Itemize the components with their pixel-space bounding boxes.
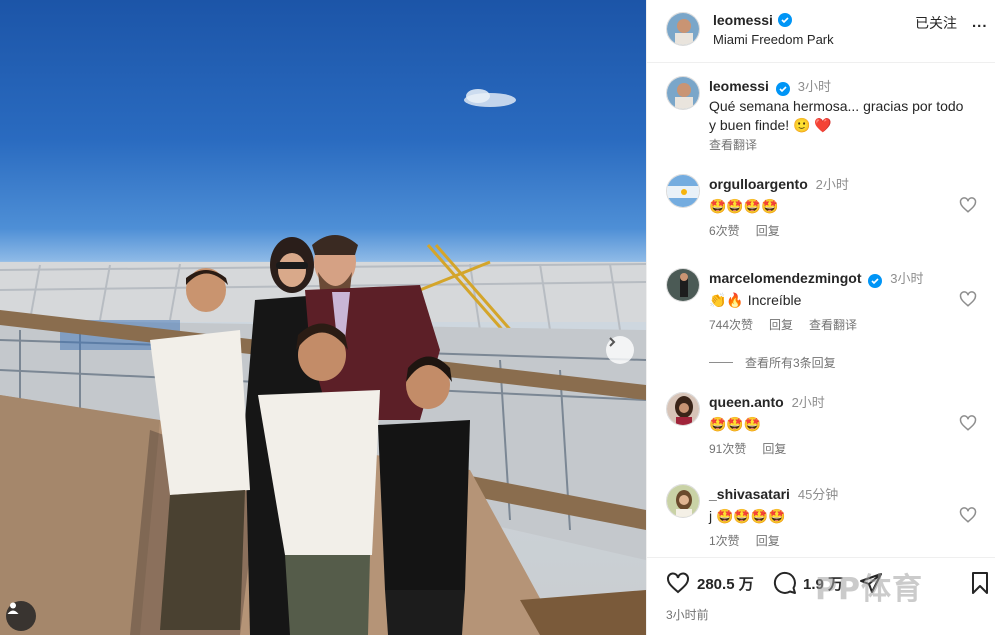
comment-likes[interactable]: 744次赞 [709, 316, 753, 333]
verified-icon [777, 13, 792, 27]
comment-time: 45分钟 [797, 487, 839, 502]
avatar[interactable] [666, 484, 700, 518]
heart-icon[interactable] [959, 196, 977, 214]
avatar-image [667, 13, 699, 45]
comment-username[interactable]: _shivasatari [709, 486, 790, 502]
avatar[interactable] [666, 268, 700, 302]
heart-icon[interactable] [959, 414, 977, 432]
comment-username[interactable]: queen.anto [709, 394, 784, 410]
post-location[interactable]: Miami Freedom Park [713, 32, 834, 47]
comment-text: j 🤩🤩🤩🤩 [709, 508, 786, 524]
following-button[interactable]: 已关注 [915, 13, 957, 33]
photo-illustration [0, 89, 646, 635]
comment-likes[interactable]: 91次赞 [709, 440, 746, 457]
comment-text: 🤩🤩🤩 [709, 416, 762, 432]
avatar-image [667, 175, 699, 207]
watermark-logo: PP体育 [815, 572, 923, 607]
avatar[interactable] [666, 392, 700, 426]
reply-button[interactable]: 回复 [756, 532, 780, 549]
avatar[interactable] [666, 76, 700, 110]
avatar-image [667, 393, 699, 425]
user-icon [7, 602, 19, 614]
more-options-button[interactable]: ... [972, 14, 988, 31]
heart-icon[interactable] [665, 571, 691, 595]
comment-time: 2小时 [815, 177, 849, 192]
comment-text: 👏🔥 Increíble [709, 292, 802, 308]
comment-username[interactable]: orgulloargento [709, 176, 808, 192]
comment-text: 🤩🤩🤩🤩 [709, 198, 779, 214]
post-time: 3小时前 [666, 608, 709, 622]
post-side-panel: leomessi Miami Freedom Park 已关注 ... leom… [646, 0, 995, 635]
likes-count: 280.5 万 [697, 575, 754, 593]
comment-time: 2小时 [791, 395, 825, 410]
chevron-right-icon [609, 337, 616, 347]
view-replies-button[interactable]: 查看所有3条回复 [709, 354, 836, 371]
comment-likes[interactable]: 6次赞 [709, 222, 740, 239]
caption-username[interactable]: leomessi [709, 78, 769, 94]
comment-username[interactable]: marcelomendezmingot [709, 270, 861, 286]
avatar[interactable] [666, 174, 700, 208]
reply-button[interactable]: 回复 [769, 316, 793, 333]
caption-text: Qué semana hermosa... gracias por todo y… [709, 98, 964, 133]
like-button[interactable]: 280.5 万 [665, 571, 754, 595]
author-username-text[interactable]: leomessi [713, 12, 773, 28]
caption-time: 3小时 [797, 79, 831, 94]
heart-icon[interactable] [959, 290, 977, 308]
save-button[interactable] [970, 571, 990, 595]
verified-icon [868, 274, 883, 288]
avatar-image [667, 485, 699, 517]
comment-likes[interactable]: 1次赞 [709, 532, 740, 549]
author-username[interactable]: leomessi [713, 12, 792, 28]
caption-translate-link[interactable]: 查看翻译 [709, 136, 964, 153]
comment-icon[interactable] [773, 571, 797, 595]
comments-list: leomessi 3小时 Qué semana hermosa... graci… [647, 64, 995, 557]
heart-icon[interactable] [959, 506, 977, 524]
avatar-image [667, 269, 699, 301]
tagged-users-button[interactable] [6, 601, 36, 631]
avatar-image [667, 77, 699, 109]
bookmark-icon[interactable] [970, 571, 990, 595]
action-bar: 280.5 万 1.9 万 PP体育 3小时前 [647, 557, 995, 635]
divider [709, 362, 733, 363]
post-header: leomessi Miami Freedom Park 已关注 ... [647, 0, 995, 63]
post-photo[interactable] [0, 0, 646, 635]
comment-time: 3小时 [890, 271, 924, 286]
next-photo-button[interactable] [606, 336, 634, 364]
avatar[interactable] [666, 12, 700, 46]
reply-button[interactable]: 回复 [756, 222, 780, 239]
reply-button[interactable]: 回复 [762, 440, 786, 457]
comment-translate-link[interactable]: 查看翻译 [809, 316, 857, 333]
view-replies-label[interactable]: 查看所有3条回复 [745, 354, 836, 371]
verified-icon [775, 82, 790, 96]
